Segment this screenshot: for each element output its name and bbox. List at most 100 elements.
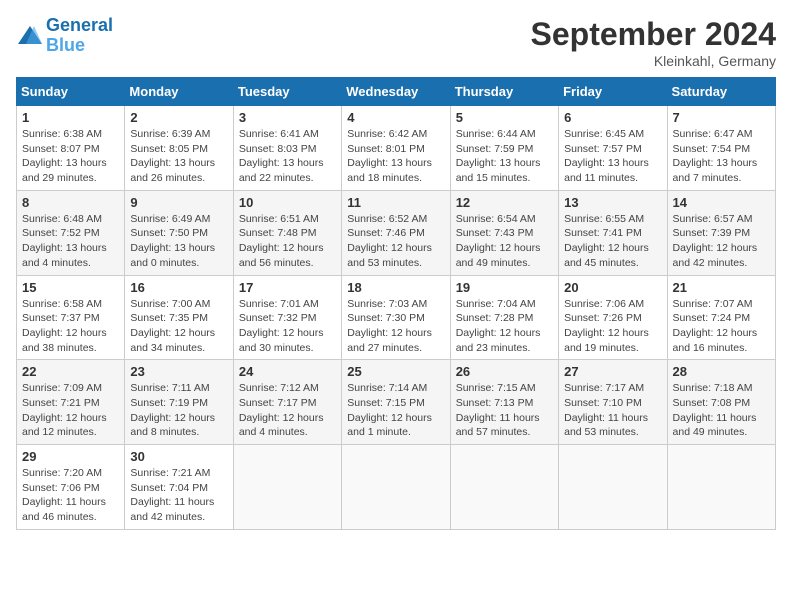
- day-sunset: Sunset: 8:07 PM: [22, 143, 100, 155]
- day-sunrise: Sunrise: 7:01 AM: [239, 298, 319, 310]
- location: Kleinkahl, Germany: [531, 53, 776, 69]
- day-sunset: Sunset: 7:41 PM: [564, 227, 642, 239]
- day-sunset: Sunset: 7:54 PM: [673, 143, 751, 155]
- day-daylight: Daylight: 12 hours and 16 minutes.: [673, 327, 758, 354]
- day-cell-30: 30 Sunrise: 7:21 AM Sunset: 7:04 PM Dayl…: [125, 445, 233, 530]
- day-sunset: Sunset: 7:06 PM: [22, 482, 100, 494]
- day-daylight: Daylight: 13 hours and 15 minutes.: [456, 157, 541, 184]
- day-daylight: Daylight: 12 hours and 30 minutes.: [239, 327, 324, 354]
- empty-cell: [233, 445, 341, 530]
- day-sunrise: Sunrise: 6:52 AM: [347, 213, 427, 225]
- day-daylight: Daylight: 12 hours and 4 minutes.: [239, 412, 324, 439]
- day-sunrise: Sunrise: 6:39 AM: [130, 128, 210, 140]
- day-sunset: Sunset: 7:17 PM: [239, 397, 317, 409]
- calendar-week-3: 15 Sunrise: 6:58 AM Sunset: 7:37 PM Dayl…: [17, 275, 776, 360]
- day-sunset: Sunset: 7:21 PM: [22, 397, 100, 409]
- day-sunrise: Sunrise: 7:06 AM: [564, 298, 644, 310]
- day-sunrise: Sunrise: 6:47 AM: [673, 128, 753, 140]
- day-daylight: Daylight: 13 hours and 26 minutes.: [130, 157, 215, 184]
- day-cell-16: 16 Sunrise: 7:00 AM Sunset: 7:35 PM Dayl…: [125, 275, 233, 360]
- day-cell-8: 8 Sunrise: 6:48 AM Sunset: 7:52 PM Dayli…: [17, 190, 125, 275]
- logo: General Blue: [16, 16, 113, 56]
- day-cell-19: 19 Sunrise: 7:04 AM Sunset: 7:28 PM Dayl…: [450, 275, 558, 360]
- day-sunrise: Sunrise: 6:44 AM: [456, 128, 536, 140]
- day-daylight: Daylight: 12 hours and 53 minutes.: [347, 242, 432, 269]
- day-daylight: Daylight: 12 hours and 56 minutes.: [239, 242, 324, 269]
- day-daylight: Daylight: 13 hours and 18 minutes.: [347, 157, 432, 184]
- day-sunset: Sunset: 7:15 PM: [347, 397, 425, 409]
- day-number: 22: [22, 364, 119, 379]
- day-sunset: Sunset: 8:03 PM: [239, 143, 317, 155]
- day-cell-27: 27 Sunrise: 7:17 AM Sunset: 7:10 PM Dayl…: [559, 360, 667, 445]
- weekday-tuesday: Tuesday: [233, 78, 341, 106]
- day-daylight: Daylight: 11 hours and 46 minutes.: [22, 496, 106, 523]
- day-cell-24: 24 Sunrise: 7:12 AM Sunset: 7:17 PM Dayl…: [233, 360, 341, 445]
- day-sunset: Sunset: 7:32 PM: [239, 312, 317, 324]
- day-sunrise: Sunrise: 7:12 AM: [239, 382, 319, 394]
- logo-icon: [16, 22, 44, 50]
- day-daylight: Daylight: 12 hours and 1 minute.: [347, 412, 432, 439]
- day-sunrise: Sunrise: 7:20 AM: [22, 467, 102, 479]
- day-number: 27: [564, 364, 661, 379]
- day-cell-4: 4 Sunrise: 6:42 AM Sunset: 8:01 PM Dayli…: [342, 106, 450, 191]
- day-cell-22: 22 Sunrise: 7:09 AM Sunset: 7:21 PM Dayl…: [17, 360, 125, 445]
- day-cell-1: 1 Sunrise: 6:38 AM Sunset: 8:07 PM Dayli…: [17, 106, 125, 191]
- day-cell-9: 9 Sunrise: 6:49 AM Sunset: 7:50 PM Dayli…: [125, 190, 233, 275]
- day-sunrise: Sunrise: 6:49 AM: [130, 213, 210, 225]
- day-sunrise: Sunrise: 6:54 AM: [456, 213, 536, 225]
- page-header: General Blue September 2024 Kleinkahl, G…: [16, 16, 776, 69]
- day-sunrise: Sunrise: 6:45 AM: [564, 128, 644, 140]
- day-sunset: Sunset: 7:26 PM: [564, 312, 642, 324]
- weekday-header-row: SundayMondayTuesdayWednesdayThursdayFrid…: [17, 78, 776, 106]
- calendar-week-1: 1 Sunrise: 6:38 AM Sunset: 8:07 PM Dayli…: [17, 106, 776, 191]
- weekday-wednesday: Wednesday: [342, 78, 450, 106]
- day-sunrise: Sunrise: 7:14 AM: [347, 382, 427, 394]
- day-cell-11: 11 Sunrise: 6:52 AM Sunset: 7:46 PM Dayl…: [342, 190, 450, 275]
- day-number: 1: [22, 110, 119, 125]
- day-cell-23: 23 Sunrise: 7:11 AM Sunset: 7:19 PM Dayl…: [125, 360, 233, 445]
- empty-cell: [559, 445, 667, 530]
- empty-cell: [342, 445, 450, 530]
- day-sunrise: Sunrise: 6:41 AM: [239, 128, 319, 140]
- day-daylight: Daylight: 13 hours and 4 minutes.: [22, 242, 107, 269]
- day-number: 9: [130, 195, 227, 210]
- day-daylight: Daylight: 12 hours and 12 minutes.: [22, 412, 107, 439]
- day-number: 23: [130, 364, 227, 379]
- day-sunset: Sunset: 7:04 PM: [130, 482, 208, 494]
- day-number: 13: [564, 195, 661, 210]
- day-number: 15: [22, 280, 119, 295]
- day-daylight: Daylight: 12 hours and 45 minutes.: [564, 242, 649, 269]
- day-number: 16: [130, 280, 227, 295]
- day-number: 11: [347, 195, 444, 210]
- day-cell-10: 10 Sunrise: 6:51 AM Sunset: 7:48 PM Dayl…: [233, 190, 341, 275]
- month-title: September 2024: [531, 16, 776, 53]
- day-cell-14: 14 Sunrise: 6:57 AM Sunset: 7:39 PM Dayl…: [667, 190, 775, 275]
- day-sunset: Sunset: 7:57 PM: [564, 143, 642, 155]
- day-number: 29: [22, 449, 119, 464]
- day-sunrise: Sunrise: 7:07 AM: [673, 298, 753, 310]
- day-sunrise: Sunrise: 6:38 AM: [22, 128, 102, 140]
- day-sunrise: Sunrise: 6:57 AM: [673, 213, 753, 225]
- calendar-week-4: 22 Sunrise: 7:09 AM Sunset: 7:21 PM Dayl…: [17, 360, 776, 445]
- day-cell-18: 18 Sunrise: 7:03 AM Sunset: 7:30 PM Dayl…: [342, 275, 450, 360]
- day-cell-5: 5 Sunrise: 6:44 AM Sunset: 7:59 PM Dayli…: [450, 106, 558, 191]
- day-number: 30: [130, 449, 227, 464]
- day-daylight: Daylight: 11 hours and 49 minutes.: [673, 412, 757, 439]
- day-number: 8: [22, 195, 119, 210]
- day-number: 12: [456, 195, 553, 210]
- day-daylight: Daylight: 13 hours and 22 minutes.: [239, 157, 324, 184]
- day-sunset: Sunset: 7:46 PM: [347, 227, 425, 239]
- day-sunset: Sunset: 7:59 PM: [456, 143, 534, 155]
- day-number: 25: [347, 364, 444, 379]
- day-sunset: Sunset: 7:19 PM: [130, 397, 208, 409]
- day-sunset: Sunset: 7:13 PM: [456, 397, 534, 409]
- day-sunrise: Sunrise: 6:58 AM: [22, 298, 102, 310]
- day-cell-28: 28 Sunrise: 7:18 AM Sunset: 7:08 PM Dayl…: [667, 360, 775, 445]
- day-sunset: Sunset: 7:28 PM: [456, 312, 534, 324]
- day-sunrise: Sunrise: 7:18 AM: [673, 382, 753, 394]
- day-cell-12: 12 Sunrise: 6:54 AM Sunset: 7:43 PM Dayl…: [450, 190, 558, 275]
- day-cell-29: 29 Sunrise: 7:20 AM Sunset: 7:06 PM Dayl…: [17, 445, 125, 530]
- day-number: 28: [673, 364, 770, 379]
- day-number: 18: [347, 280, 444, 295]
- day-daylight: Daylight: 12 hours and 27 minutes.: [347, 327, 432, 354]
